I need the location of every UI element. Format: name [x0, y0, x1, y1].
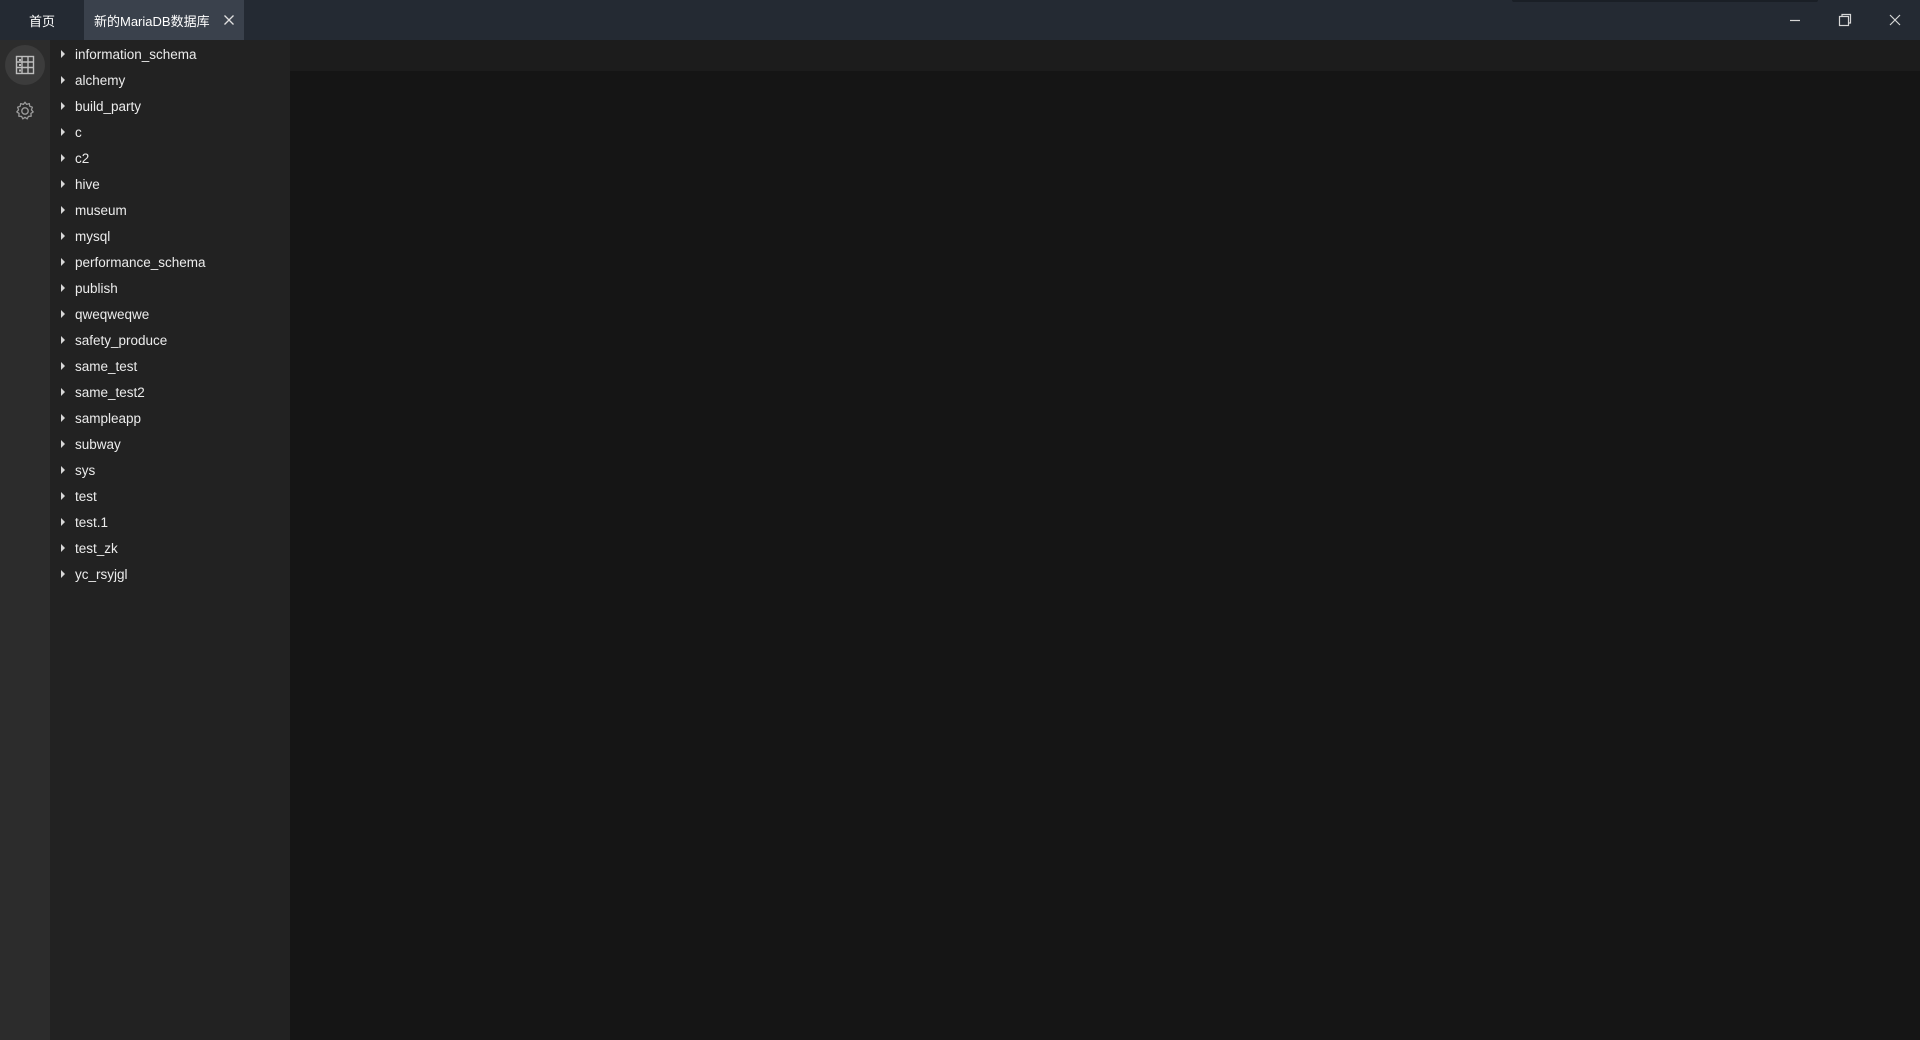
- tree-item-database[interactable]: publish: [50, 275, 290, 301]
- tree-item-label: same_test2: [75, 384, 145, 400]
- caret-right-icon[interactable]: [61, 50, 65, 58]
- tree-item-label: build_party: [75, 98, 142, 114]
- caret-right-icon[interactable]: [61, 284, 65, 292]
- tree-item-label: sampleapp: [75, 410, 142, 426]
- activity-database-button[interactable]: [5, 45, 45, 85]
- tree-item-label: hive: [75, 176, 100, 192]
- tree-item-label: performance_schema: [75, 254, 206, 270]
- tree-item-database[interactable]: mysql: [50, 223, 290, 249]
- tree-item-label: yc_rsyjgl: [75, 566, 128, 582]
- tab-close-icon[interactable]: [220, 11, 238, 29]
- tree-item-database[interactable]: qweqweqwe: [50, 301, 290, 327]
- tree-item-database[interactable]: museum: [50, 197, 290, 223]
- editor-tab-strip: [290, 40, 1920, 71]
- tree-item-database[interactable]: same_test2: [50, 379, 290, 405]
- tree-item-database[interactable]: information_schema: [50, 41, 290, 67]
- tree-item-label: safety_produce: [75, 332, 168, 348]
- activity-bar: [0, 40, 50, 1040]
- title-bar-drag-area[interactable]: [244, 0, 1770, 40]
- tab-home[interactable]: 首页: [0, 0, 84, 40]
- tree-item-label: same_test: [75, 358, 138, 374]
- title-bar: 首页 新的MariaDB数据库: [0, 0, 1920, 40]
- caret-right-icon[interactable]: [61, 232, 65, 240]
- caret-right-icon[interactable]: [61, 518, 65, 526]
- tree-item-label: subway: [75, 436, 121, 452]
- tree-item-database[interactable]: performance_schema: [50, 249, 290, 275]
- tree-item-database[interactable]: test.1: [50, 509, 290, 535]
- tree-item-database[interactable]: same_test: [50, 353, 290, 379]
- database-icon: [15, 55, 35, 75]
- tab-mariadb-label: 新的MariaDB数据库: [94, 13, 210, 29]
- caret-right-icon[interactable]: [61, 336, 65, 344]
- caret-right-icon[interactable]: [61, 102, 65, 110]
- tree-item-database[interactable]: test: [50, 483, 290, 509]
- activity-settings-button[interactable]: [5, 91, 45, 131]
- minimize-button[interactable]: [1770, 0, 1820, 40]
- tree-item-label: information_schema: [75, 46, 197, 62]
- tab-mariadb[interactable]: 新的MariaDB数据库: [84, 0, 244, 40]
- gear-icon: [16, 101, 34, 120]
- tree-item-label: test.1: [75, 514, 109, 530]
- caret-right-icon[interactable]: [61, 154, 65, 162]
- tree-item-label: alchemy: [75, 72, 126, 88]
- caret-right-icon[interactable]: [61, 544, 65, 552]
- tree-item-database[interactable]: hive: [50, 171, 290, 197]
- caret-right-icon[interactable]: [61, 570, 65, 578]
- caret-right-icon[interactable]: [61, 388, 65, 396]
- close-window-button[interactable]: [1870, 0, 1920, 40]
- tree-item-database[interactable]: subway: [50, 431, 290, 457]
- drag-hint-bar: [1512, 0, 1818, 2]
- caret-right-icon[interactable]: [61, 76, 65, 84]
- tree-item-database[interactable]: sys: [50, 457, 290, 483]
- caret-right-icon[interactable]: [61, 362, 65, 370]
- tree-item-label: qweqweqwe: [75, 306, 150, 322]
- tree-item-label: sys: [75, 462, 96, 478]
- caret-right-icon[interactable]: [61, 128, 65, 136]
- tree-item-label: test_zk: [75, 540, 118, 556]
- tree-item-label: mysql: [75, 228, 111, 244]
- tree-item-label: test: [75, 488, 97, 504]
- tab-home-label: 首页: [28, 13, 55, 29]
- close-icon: [1889, 14, 1901, 26]
- caret-right-icon[interactable]: [61, 180, 65, 188]
- caret-right-icon[interactable]: [61, 414, 65, 422]
- caret-right-icon[interactable]: [61, 440, 65, 448]
- caret-right-icon[interactable]: [61, 492, 65, 500]
- tree-item-label: c: [75, 124, 82, 140]
- caret-right-icon[interactable]: [61, 310, 65, 318]
- database-tree: information_schemaalchemy build_partyc c2 h…: [50, 40, 290, 1040]
- tree-item-database[interactable]: yc_rsyjgl: [50, 561, 290, 587]
- tree-item-database[interactable]: safety_produce: [50, 327, 290, 353]
- caret-right-icon[interactable]: [61, 258, 65, 266]
- tree-item-database[interactable]: sampleapp: [50, 405, 290, 431]
- tree-item-label: c2: [75, 150, 90, 166]
- tree-item-label: museum: [75, 202, 127, 218]
- restore-button[interactable]: [1820, 0, 1870, 40]
- minimize-icon: [1790, 19, 1800, 22]
- restore-icon: [1838, 13, 1852, 27]
- window-controls: [1770, 0, 1920, 40]
- caret-right-icon[interactable]: [61, 466, 65, 474]
- tree-item-database[interactable]: c: [50, 119, 290, 145]
- tree-item-database[interactable]: alchemy: [50, 67, 290, 93]
- tree-item-database[interactable]: c2: [50, 145, 290, 171]
- tree-item-label: publish: [75, 280, 118, 296]
- caret-right-icon[interactable]: [61, 206, 65, 214]
- main-content-area: [290, 71, 1920, 1040]
- tree-item-database[interactable]: build_party: [50, 93, 290, 119]
- tree-item-database[interactable]: test_zk: [50, 535, 290, 561]
